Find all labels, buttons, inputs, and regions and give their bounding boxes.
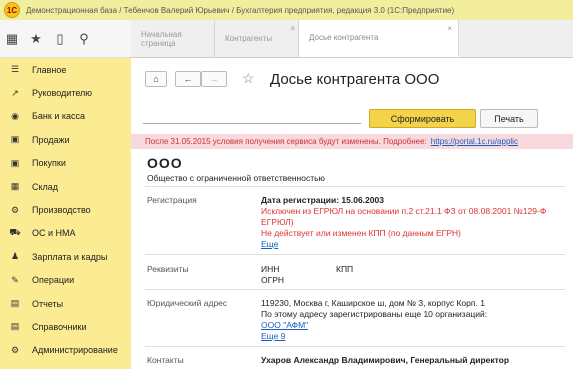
- sidebar-item-director[interactable]: ↗ Руководителю: [0, 81, 131, 104]
- menu-icon: ☰: [10, 64, 20, 75]
- sales-icon: ▣: [10, 134, 20, 145]
- staff-icon: ♟: [10, 251, 20, 262]
- requisites-label: Реквизиты: [147, 264, 189, 274]
- contacts-value: Ухаров Александр Владимирович, Генеральн…: [261, 355, 510, 365]
- star-icon[interactable]: ★: [24, 20, 48, 57]
- tab-bar: Начальная страница Контрагенты × Досье к…: [131, 20, 573, 58]
- bank-icon: ◉: [11, 110, 19, 121]
- forward-button[interactable]: →: [201, 71, 227, 87]
- notice-link[interactable]: https://portal.1c.ru/applic: [431, 137, 518, 146]
- admin-icon: ⚙: [10, 344, 20, 355]
- page-title: Досье контрагента ООО: [270, 71, 440, 88]
- directories-icon: ▤: [10, 321, 20, 332]
- sidebar-item-main[interactable]: ☰ Главное: [0, 58, 131, 81]
- divider: [145, 186, 565, 187]
- divider: [145, 254, 565, 255]
- address-registered: По этому адресу зарегистрированы еще 10 …: [261, 309, 488, 319]
- contacts-label: Контакты: [147, 355, 184, 365]
- tab-dossier[interactable]: Досье контрагента ×: [299, 20, 459, 57]
- sidebar-item-directories[interactable]: ▤ Справочники: [0, 315, 131, 338]
- chart-icon: ↗: [11, 87, 19, 98]
- favorite-star-icon[interactable]: ☆: [242, 70, 255, 87]
- tab-home[interactable]: Начальная страница: [131, 20, 215, 57]
- production-icon: ⚙: [10, 204, 20, 215]
- arrow-left-icon: ←: [183, 74, 193, 84]
- apps-grid-icon[interactable]: ▦: [0, 20, 24, 57]
- home-button[interactable]: ⌂: [145, 71, 167, 87]
- address-more-link[interactable]: Еще 9: [261, 331, 285, 341]
- company-type: Общество с ограниченной ответственностью: [147, 173, 325, 183]
- sidebar-item-staff[interactable]: ♟ Зарплата и кадры: [0, 245, 131, 268]
- close-icon[interactable]: ×: [447, 24, 452, 33]
- sidebar-item-bank[interactable]: ◉ Банк и касса: [0, 105, 131, 128]
- ogrn-label: ОГРН: [261, 275, 285, 285]
- kpp-warning: Не действует или изменен КПП (по данным …: [261, 228, 461, 238]
- tab-label: Контрагенты: [225, 34, 273, 43]
- operations-icon: ✎: [11, 274, 19, 285]
- inn-label: ИНН: [261, 264, 280, 274]
- warehouse-icon: ▦: [10, 181, 20, 192]
- registration-label: Регистрация: [147, 195, 197, 205]
- divider: [145, 346, 565, 347]
- divider: [145, 289, 565, 290]
- tab-label: Начальная страница: [141, 29, 182, 48]
- registration-more-link[interactable]: Еще: [261, 239, 278, 249]
- main-content: ⌂ ← → ☆ Досье контрагента ООО Сформирова…: [131, 58, 573, 369]
- address-org-link[interactable]: ООО "АФМ": [261, 320, 308, 330]
- notice-banner: После 31.05.2015 условия получения серви…: [131, 134, 573, 149]
- sidebar: ☰ Главное ↗ Руководителю ◉ Банк и касса ▣ Пр…: [0, 58, 131, 369]
- search-input[interactable]: [143, 123, 361, 124]
- sidebar-item-reports[interactable]: ▤ Отчеты: [0, 292, 131, 315]
- sidebar-item-production[interactable]: ⚙ Производство: [0, 198, 131, 221]
- app-logo-icon: 1С: [4, 2, 20, 18]
- company-name: ООО: [147, 155, 183, 171]
- title-bar: 1С Демонстрационная база / Тебенчов Вале…: [0, 0, 573, 21]
- kpp-label: КПП: [336, 264, 354, 274]
- home-icon: ⌂: [153, 74, 159, 84]
- sidebar-item-warehouse[interactable]: ▦ Склад: [0, 175, 131, 198]
- registration-excluded-cont: ЕГРЮЛ): [261, 217, 294, 227]
- search-icon[interactable]: ⚲: [72, 20, 96, 57]
- address-value: 119230, Москва г, Каширское ш, дом № 3, …: [261, 298, 485, 308]
- window-title: Демонстрационная база / Тебенчов Валерий…: [26, 5, 455, 15]
- back-button[interactable]: ←: [175, 71, 201, 87]
- history-icon[interactable]: ▯: [48, 20, 72, 57]
- tab-counterparties[interactable]: Контрагенты ×: [215, 20, 299, 57]
- sidebar-item-assets[interactable]: ⛟ ОС и НМА: [0, 222, 131, 245]
- main-toolbar: ▦ ★ ▯ ⚲: [0, 20, 131, 58]
- purchases-icon: ▣: [10, 157, 20, 168]
- form-button[interactable]: Сформировать: [369, 109, 476, 128]
- sidebar-item-sales[interactable]: ▣ Продажи: [0, 128, 131, 151]
- sidebar-item-operations[interactable]: ✎ Операции: [0, 269, 131, 292]
- sidebar-item-purchases[interactable]: ▣ Покупки: [0, 152, 131, 175]
- notice-text: После 31.05.2015 условия получения серви…: [145, 137, 427, 146]
- sidebar-item-admin[interactable]: ⚙ Администрирование: [0, 339, 131, 362]
- registration-date: Дата регистрации: 15.06.2003: [261, 195, 384, 205]
- close-icon[interactable]: ×: [290, 24, 295, 33]
- print-button[interactable]: Печать: [480, 109, 538, 128]
- tab-label: Досье контрагента: [309, 33, 379, 42]
- arrow-right-icon: →: [209, 74, 219, 84]
- assets-icon: ⛟: [9, 227, 21, 238]
- registration-excluded: Исключен из ЕГРЮЛ на основании п.2 ст.21…: [261, 206, 547, 216]
- reports-icon: ▤: [10, 298, 20, 309]
- address-label: Юридический адрес: [147, 298, 228, 308]
